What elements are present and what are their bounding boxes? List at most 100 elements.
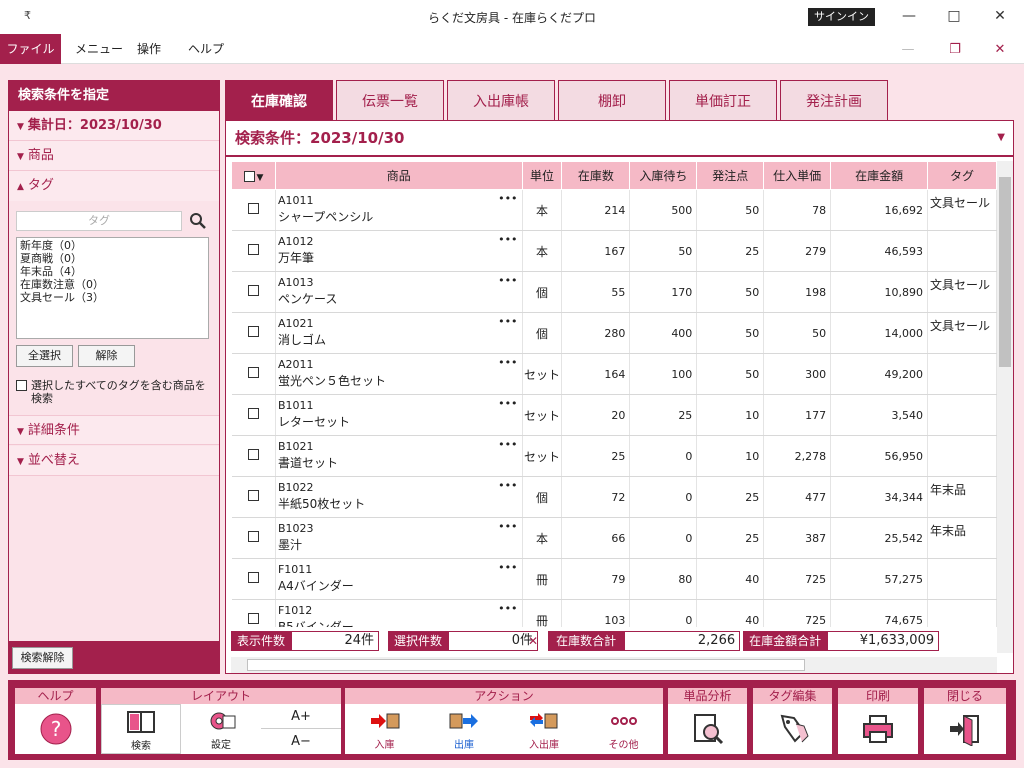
include-all-tags-option[interactable]: 選択したすべてのタグを含む商品を検索 xyxy=(16,379,216,405)
row-checkbox[interactable] xyxy=(247,449,259,460)
analysis-button[interactable] xyxy=(668,704,747,754)
minimize-icon[interactable]: — xyxy=(891,4,927,28)
table-row[interactable]: B1022 半紙50枚セット ••• 個 72 0 25 477 34,344 年末品 xyxy=(231,476,997,518)
doc-close-icon[interactable]: ✕ xyxy=(985,40,1015,60)
row-checkbox[interactable] xyxy=(247,572,259,583)
clear-selection-icon[interactable]: ✕ xyxy=(524,631,542,651)
table-row[interactable]: A1013 ペンケース ••• 個 55 170 50 198 10,890 文具セール xyxy=(231,271,997,313)
tag-item[interactable]: 文具セール（3） xyxy=(20,291,205,304)
cell-product[interactable]: A1012 万年筆 ••• xyxy=(275,230,523,272)
row-checkbox[interactable] xyxy=(247,203,259,214)
cell-product[interactable]: F1011 A4バインダー ••• xyxy=(275,558,523,600)
font-increase-button[interactable]: A+ xyxy=(261,704,341,729)
row-select[interactable] xyxy=(231,558,276,600)
include-all-checkbox[interactable] xyxy=(16,380,27,391)
dropdown-icon[interactable]: ▼ xyxy=(997,121,1005,155)
row-select[interactable] xyxy=(231,476,276,518)
table-row[interactable]: B1011 レターセット ••• セット 20 25 10 177 3,540 xyxy=(231,394,997,436)
row-checkbox[interactable] xyxy=(247,408,259,419)
tag-edit-button[interactable] xyxy=(753,704,832,754)
more-icon[interactable]: ••• xyxy=(498,561,517,574)
help-button[interactable]: ? xyxy=(15,704,96,754)
row-select[interactable] xyxy=(231,353,276,395)
col-unit[interactable]: 単位 xyxy=(521,161,563,190)
table-row[interactable]: A2011 蛍光ペン５色セット ••• セット 164 100 50 300 49,200 xyxy=(231,353,997,395)
settings-button[interactable]: 設定 xyxy=(181,704,261,754)
row-select[interactable] xyxy=(231,517,276,559)
row-select[interactable] xyxy=(231,394,276,436)
row-checkbox[interactable] xyxy=(247,285,259,296)
col-stock-amount[interactable]: 在庫金額 xyxy=(830,161,929,190)
cell-product[interactable]: B1011 レターセット ••• xyxy=(275,394,523,436)
col-tag[interactable]: タグ xyxy=(927,161,997,190)
scroll-thumb[interactable] xyxy=(999,177,1011,367)
close-app-button[interactable] xyxy=(924,704,1006,754)
table-row[interactable]: B1023 墨汁 ••• 本 66 0 25 387 25,542 年末品 xyxy=(231,517,997,559)
more-icon[interactable]: ••• xyxy=(498,274,517,287)
table-row[interactable]: A1012 万年筆 ••• 本 167 50 25 279 46,593 xyxy=(231,230,997,272)
stock-in-button[interactable]: 入庫 xyxy=(345,704,424,754)
condition-header[interactable]: 検索条件：2023/10/30 ▼ xyxy=(226,121,1013,157)
table-row[interactable]: F1011 A4バインダー ••• 冊 79 80 40 725 57,275 xyxy=(231,558,997,600)
doc-minimize-icon[interactable]: — xyxy=(893,40,923,60)
stock-out-button[interactable]: 出庫 xyxy=(424,704,504,754)
cell-product[interactable]: A1013 ペンケース ••• xyxy=(275,271,523,313)
menu-file[interactable]: ファイル xyxy=(0,34,61,64)
col-order-point[interactable]: 発注点 xyxy=(696,161,765,190)
tag-item[interactable]: 新年度（0） xyxy=(20,239,205,252)
col-waiting[interactable]: 入庫待ち xyxy=(629,161,698,190)
vertical-scrollbar[interactable] xyxy=(997,161,1013,653)
section-detail[interactable]: ▼ 詳細条件 xyxy=(9,415,219,445)
row-checkbox[interactable] xyxy=(247,531,259,542)
menu-operation[interactable]: 操作 xyxy=(125,34,173,64)
table-row[interactable]: F1012 B5バインダー ••• 冊 103 0 40 725 74,675 xyxy=(231,599,997,627)
more-icon[interactable]: ••• xyxy=(498,315,517,328)
more-icon[interactable]: ••• xyxy=(498,479,517,492)
tab-slips[interactable]: 伝票一覧 xyxy=(336,80,444,120)
other-button[interactable]: その他 xyxy=(584,704,663,754)
table-row[interactable]: A1011 シャープペンシル ••• 本 214 500 50 78 16,692 文具セール xyxy=(231,189,997,231)
search-icon[interactable] xyxy=(189,212,207,230)
table-row[interactable]: A1021 消しゴム ••• 個 280 400 50 50 14,000 文具セール xyxy=(231,312,997,354)
col-stock[interactable]: 在庫数 xyxy=(561,161,631,190)
tab-order-plan[interactable]: 発注計画 xyxy=(780,80,888,120)
row-select[interactable] xyxy=(231,189,276,231)
tag-item[interactable]: 年末品（4） xyxy=(20,265,205,278)
maximize-icon[interactable]: □ xyxy=(936,4,972,28)
row-select[interactable] xyxy=(231,271,276,313)
more-icon[interactable]: ••• xyxy=(498,356,517,369)
more-icon[interactable]: ••• xyxy=(498,438,517,451)
more-icon[interactable]: ••• xyxy=(498,233,517,246)
cell-product[interactable]: F1012 B5バインダー ••• xyxy=(275,599,523,627)
row-select[interactable] xyxy=(231,312,276,354)
close-icon[interactable]: ✕ xyxy=(982,4,1018,28)
menu-help[interactable]: ヘルプ xyxy=(176,34,236,64)
tab-price-correction[interactable]: 単価訂正 xyxy=(669,80,777,120)
search-layout-button[interactable]: 検索 xyxy=(101,704,181,754)
section-date[interactable]: ▼ 集計日：2023/10/30 xyxy=(9,111,219,141)
tag-search-input[interactable]: タグ xyxy=(16,211,182,231)
tab-stock[interactable]: 在庫確認 xyxy=(225,80,333,120)
chevron-down-icon[interactable]: ▼ xyxy=(257,173,264,183)
cell-product[interactable]: B1023 墨汁 ••• xyxy=(275,517,523,559)
tag-list[interactable]: 新年度（0） 夏商戦（0） 年末品（4） 在庫数注意（0） 文具セール（3） xyxy=(16,237,209,339)
font-decrease-button[interactable]: A− xyxy=(261,729,341,754)
cell-product[interactable]: A1021 消しゴム ••• xyxy=(275,312,523,354)
row-checkbox[interactable] xyxy=(247,326,259,337)
col-product[interactable]: 商品 xyxy=(274,161,523,190)
more-icon[interactable]: ••• xyxy=(498,192,517,205)
tab-inventory[interactable]: 棚卸 xyxy=(558,80,666,120)
row-checkbox[interactable] xyxy=(247,490,259,501)
row-select[interactable] xyxy=(231,435,276,477)
release-button[interactable]: 解除 xyxy=(78,345,135,367)
section-product[interactable]: ▼ 商品 xyxy=(9,141,219,171)
col-unit-price[interactable]: 仕入単価 xyxy=(763,161,832,190)
more-icon[interactable]: ••• xyxy=(498,397,517,410)
more-icon[interactable]: ••• xyxy=(498,602,517,615)
print-button[interactable] xyxy=(838,704,918,754)
tag-item[interactable]: 在庫数注意（0） xyxy=(20,278,205,291)
tab-inout-book[interactable]: 入出庫帳 xyxy=(447,80,555,120)
horizontal-scrollbar[interactable] xyxy=(231,657,997,673)
section-sort[interactable]: ▼ 並べ替え xyxy=(9,446,219,476)
select-all-button[interactable]: 全選択 xyxy=(16,345,73,367)
